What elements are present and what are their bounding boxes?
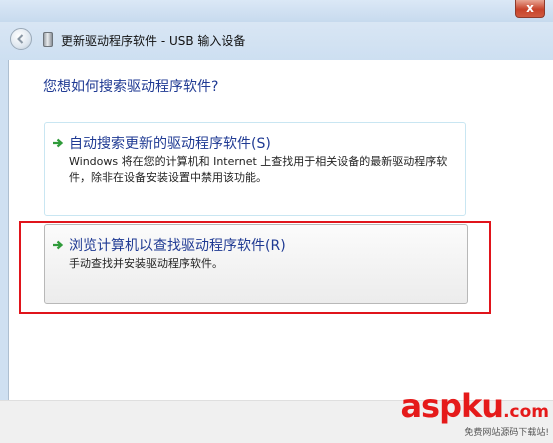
watermark-suffix: .com bbox=[503, 402, 549, 422]
option-auto-search[interactable]: 自动搜索更新的驱动程序软件(S) Windows 将在您的计算机和 Intern… bbox=[44, 122, 466, 216]
watermark-main: aspku bbox=[400, 387, 504, 425]
page-question: 您想如何搜索驱动程序软件? bbox=[43, 79, 219, 95]
red-highlight-box bbox=[19, 221, 491, 314]
watermark-logo: aspku.com 免费网站源码下载站! bbox=[400, 390, 549, 439]
back-arrow-icon bbox=[17, 34, 24, 44]
footer-bar: aspku.com 免费网站源码下载站! bbox=[0, 390, 553, 443]
watermark-subtitle: 免费网站源码下载站! bbox=[464, 428, 549, 438]
option-auto-search-title: 自动搜索更新的驱动程序软件(S) bbox=[69, 136, 271, 152]
window-title: 更新驱动程序软件 - USB 输入设备 bbox=[61, 34, 246, 48]
title-bar: x bbox=[0, 0, 553, 22]
usb-device-icon bbox=[43, 32, 53, 47]
green-arrow-icon bbox=[53, 138, 64, 148]
back-button[interactable] bbox=[10, 28, 32, 50]
navigation-bar: 更新驱动程序软件 - USB 输入设备 bbox=[0, 22, 553, 60]
option-auto-search-description: Windows 将在您的计算机和 Internet 上查找用于相关设备的最新驱动… bbox=[69, 155, 448, 184]
close-button[interactable]: x bbox=[515, 0, 545, 18]
